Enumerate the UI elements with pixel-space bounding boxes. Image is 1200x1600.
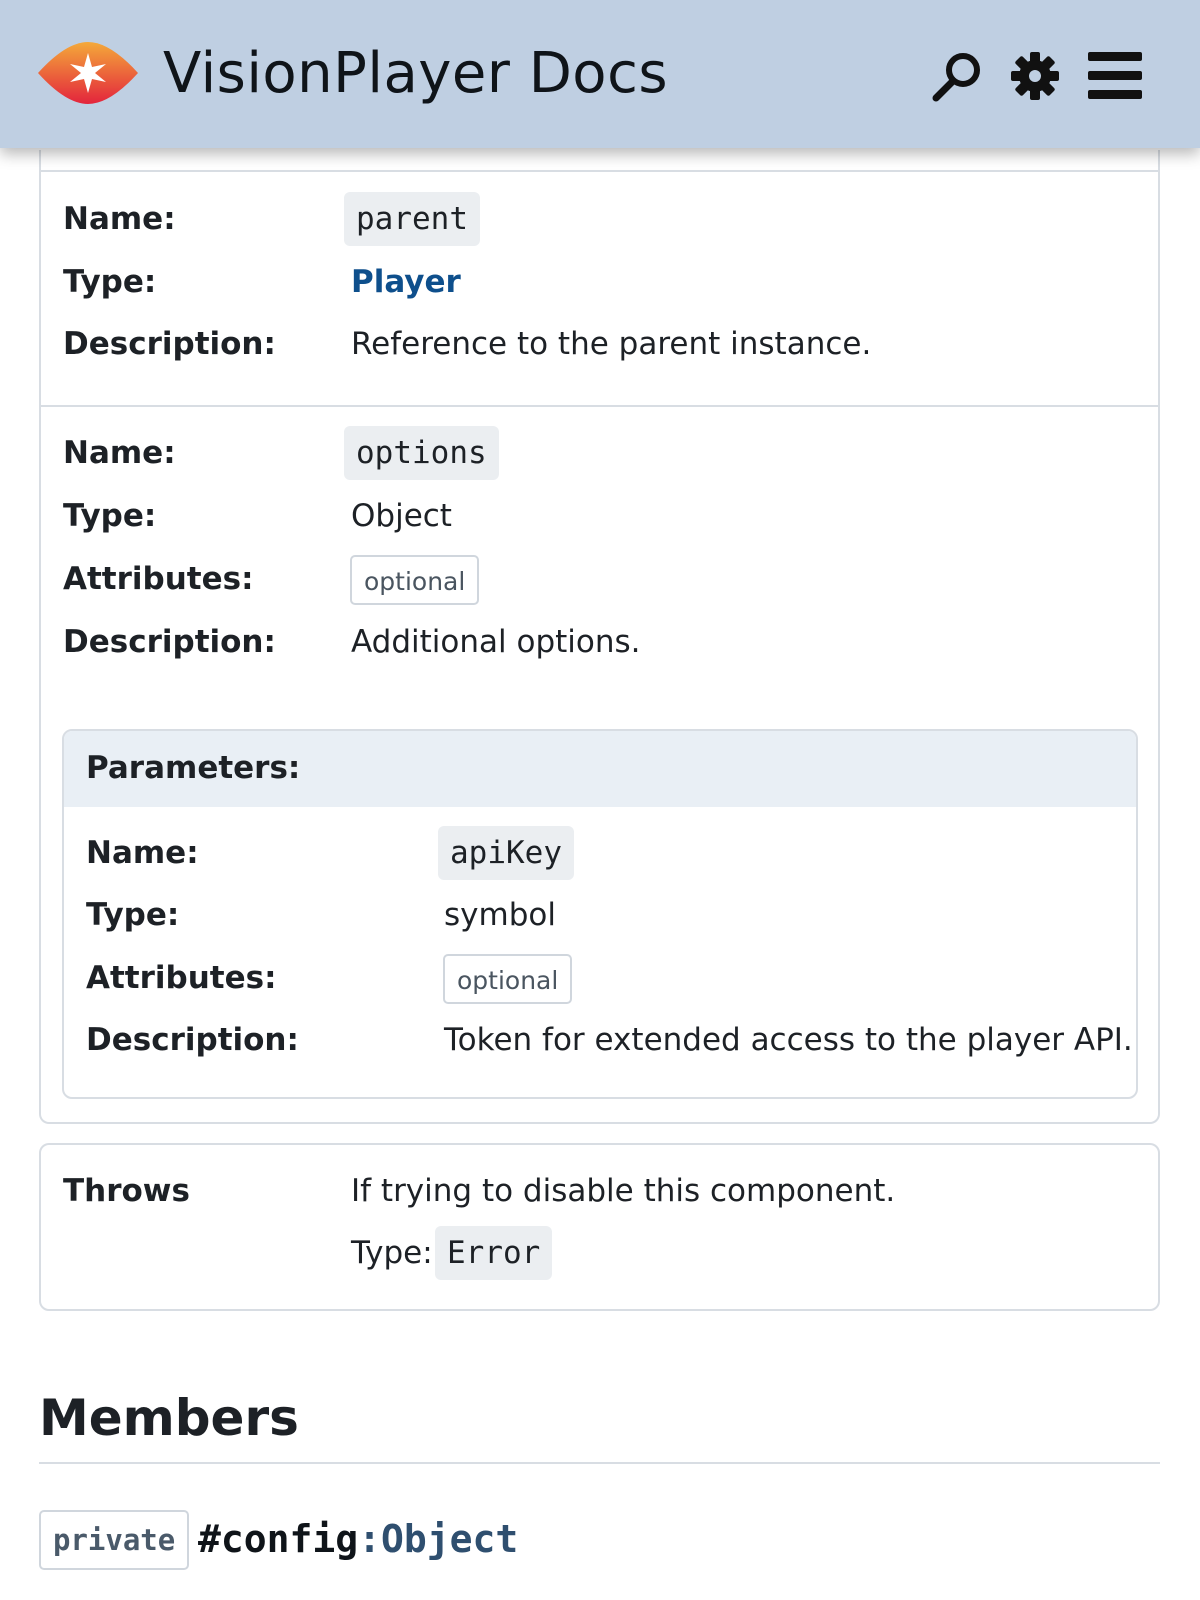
- logo-icon[interactable]: [36, 40, 140, 106]
- search-icon[interactable]: [930, 48, 986, 104]
- param-type: Object: [351, 498, 452, 534]
- member-name: #config: [198, 1517, 359, 1561]
- description-label: Description:: [86, 1022, 299, 1058]
- nested-parameters: Parameters: Name: apiKey Type: symbol At…: [62, 729, 1138, 1099]
- throws-type: Error: [435, 1226, 553, 1280]
- members-heading: Members: [39, 1389, 299, 1447]
- menu-icon[interactable]: [1086, 48, 1142, 104]
- throws-type-label: Type:: [351, 1235, 433, 1271]
- member-type: Object: [381, 1517, 519, 1561]
- member-signature[interactable]: #config:Object: [198, 1514, 518, 1564]
- param-description: Reference to the parent instance.: [351, 326, 872, 362]
- type-label: Type:: [63, 264, 157, 300]
- private-badge: private: [39, 1510, 190, 1570]
- nested-parameters-heading: Parameters:: [86, 750, 301, 786]
- optional-badge: optional: [350, 555, 480, 605]
- type-label: Type:: [86, 897, 180, 933]
- attributes-label: Attributes:: [63, 561, 254, 597]
- param-type: symbol: [444, 897, 556, 933]
- description-label: Description:: [63, 624, 276, 660]
- app-header: VisionPlayer Docs: [0, 0, 1200, 148]
- param-description: Token for extended access to the player …: [444, 1022, 1133, 1058]
- divider: [41, 405, 1158, 407]
- divider: [41, 170, 1158, 172]
- description-label: Description:: [63, 326, 276, 362]
- param-name: parent: [344, 192, 480, 246]
- param-name: options: [344, 426, 499, 480]
- throws-label: Throws: [63, 1173, 190, 1209]
- type-link[interactable]: Player: [351, 262, 461, 302]
- optional-badge: optional: [443, 954, 573, 1004]
- nested-parameters-header: Parameters:: [64, 731, 1136, 807]
- name-label: Name:: [86, 835, 199, 871]
- throws-description: If trying to disable this component.: [351, 1173, 896, 1209]
- name-label: Name:: [63, 435, 176, 471]
- type-label: Type:: [63, 498, 157, 534]
- name-label: Name:: [63, 201, 176, 237]
- member-type-separator: :: [358, 1517, 382, 1561]
- members-rule: [39, 1462, 1160, 1464]
- param-name: apiKey: [438, 826, 574, 880]
- throws-card: Throws If trying to disable this compone…: [39, 1143, 1160, 1311]
- param-description: Additional options.: [351, 624, 641, 660]
- app-title[interactable]: VisionPlayer Docs: [163, 36, 668, 112]
- attributes-label: Attributes:: [86, 960, 277, 996]
- gear-icon[interactable]: [1007, 48, 1063, 104]
